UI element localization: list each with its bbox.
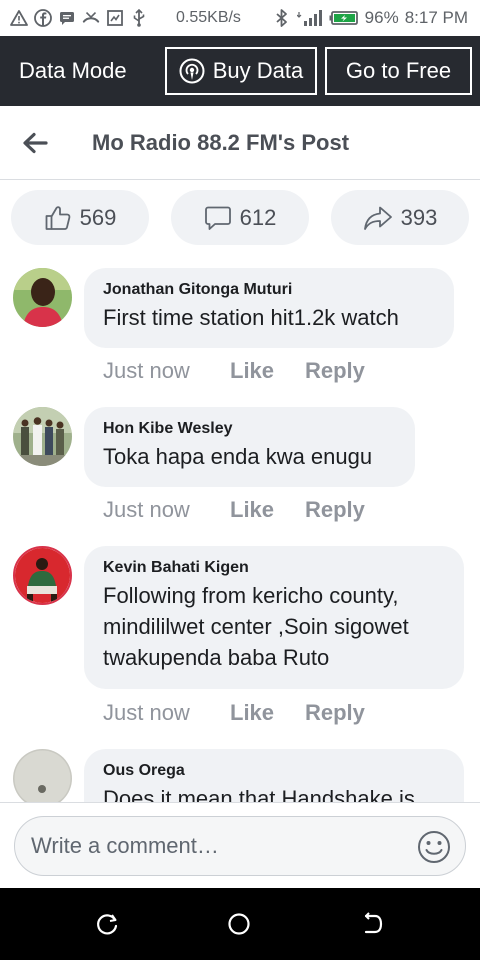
home-icon[interactable] xyxy=(227,912,251,936)
emoji-icon[interactable] xyxy=(417,830,466,864)
reply-link[interactable]: Reply xyxy=(305,497,365,523)
comment-input[interactable]: Write a comment… xyxy=(14,816,466,876)
comment-actions: Just now Like Reply xyxy=(103,700,365,726)
commenter-name[interactable]: Hon Kibe Wesley xyxy=(103,419,395,439)
status-bar: 0.55KB/s 96% 8:17 PM xyxy=(0,0,480,36)
reactions-bar: 569 612 393 xyxy=(0,180,480,256)
notification-icons: 0.55KB/s xyxy=(10,9,241,27)
broadcast-icon xyxy=(179,58,205,84)
reply-link[interactable]: Reply xyxy=(305,700,365,726)
avatar[interactable] xyxy=(13,407,72,466)
thumbs-up-icon xyxy=(44,204,72,232)
share-count-button[interactable]: 393 xyxy=(331,190,469,245)
system-icons: 96% 8:17 PM xyxy=(273,8,468,28)
battery-percent: 96% xyxy=(364,8,399,27)
commenter-name[interactable]: Kevin Bahati Kigen xyxy=(103,558,444,578)
avatar[interactable] xyxy=(13,268,72,327)
like-link[interactable]: Like xyxy=(230,358,305,384)
like-link[interactable]: Like xyxy=(230,700,305,726)
like-link[interactable]: Like xyxy=(230,497,305,523)
comment-text-line: Following from kericho county, xyxy=(103,583,399,608)
network-speed: 0.55KB/s xyxy=(176,9,241,26)
reply-link[interactable]: Reply xyxy=(305,358,365,384)
buy-data-label: Buy Data xyxy=(212,58,304,83)
commenter-name[interactable]: Jonathan Gitonga Muturi xyxy=(103,280,434,300)
comment-bubble: Jonathan Gitonga Muturi First time stati… xyxy=(84,268,454,348)
data-mode-label: Data Mode xyxy=(19,58,127,83)
data-mode-bar: Data Mode Buy Data Go to Free xyxy=(0,36,480,106)
back-button[interactable] xyxy=(0,106,70,180)
battery-icon xyxy=(329,9,359,27)
go-to-free-button[interactable]: Go to Free xyxy=(325,47,472,95)
comment-actions: Just now Like Reply xyxy=(103,497,365,523)
usb-icon xyxy=(130,9,148,27)
share-count: 393 xyxy=(400,204,438,230)
message-icon xyxy=(58,9,76,27)
comments-list: Jonathan Gitonga Muturi First time stati… xyxy=(0,256,480,802)
warning-icon xyxy=(10,9,28,27)
comment-actions: Just now Like Reply xyxy=(103,358,365,384)
back-nav-icon[interactable] xyxy=(361,912,385,936)
back-arrow-icon xyxy=(22,132,48,154)
comment-text: Does it mean that Handshake is xyxy=(103,786,415,802)
comment-text: First time station hit1.2k watch xyxy=(103,305,399,330)
screenshot-icon xyxy=(106,9,124,27)
buy-data-button[interactable]: Buy Data xyxy=(165,47,317,95)
bluetooth-icon xyxy=(273,9,291,27)
recent-apps-icon[interactable] xyxy=(95,912,119,936)
system-nav-bar xyxy=(0,888,480,960)
signal-icon xyxy=(296,9,323,27)
avatar[interactable] xyxy=(13,546,72,605)
go-to-free-label: Go to Free xyxy=(345,58,452,83)
comment-count: 612 xyxy=(239,204,277,230)
comment-bubble: Kevin Bahati Kigen Following from kerich… xyxy=(84,546,464,689)
share-arrow-icon xyxy=(363,204,393,232)
clock: 8:17 PM xyxy=(404,8,468,27)
comment-input-placeholder: Write a comment… xyxy=(31,833,219,858)
comment-bubble: Ous Orega Does it mean that Handshake is xyxy=(84,749,464,802)
avatar[interactable] xyxy=(13,749,72,802)
comment-time: Just now xyxy=(103,700,190,725)
comment-bubble: Hon Kibe Wesley Toka hapa enda kwa enugu xyxy=(84,407,415,487)
commenter-name[interactable]: Ous Orega xyxy=(103,761,444,781)
comment-composer: Write a comment… xyxy=(0,802,480,888)
comment-text: Toka hapa enda kwa enugu xyxy=(103,444,373,469)
facebook-icon xyxy=(34,9,52,27)
comment-text-line: mindililwet center ,Soin sigowet xyxy=(103,614,409,639)
missed-call-icon xyxy=(82,9,100,27)
comment-time: Just now xyxy=(103,358,190,383)
like-count: 569 xyxy=(79,204,117,230)
comment-text: Following from kericho county, mindililw… xyxy=(103,580,444,673)
comment-time: Just now xyxy=(103,497,190,522)
comment-count-button[interactable]: 612 xyxy=(171,190,309,245)
like-count-button[interactable]: 569 xyxy=(11,190,149,245)
page-title: Mo Radio 88.2 FM's Post xyxy=(92,129,350,155)
comment-text-line: twakupenda baba Ruto xyxy=(103,645,330,670)
post-header: Mo Radio 88.2 FM's Post xyxy=(0,106,480,180)
comment-bubble-icon xyxy=(204,204,232,232)
